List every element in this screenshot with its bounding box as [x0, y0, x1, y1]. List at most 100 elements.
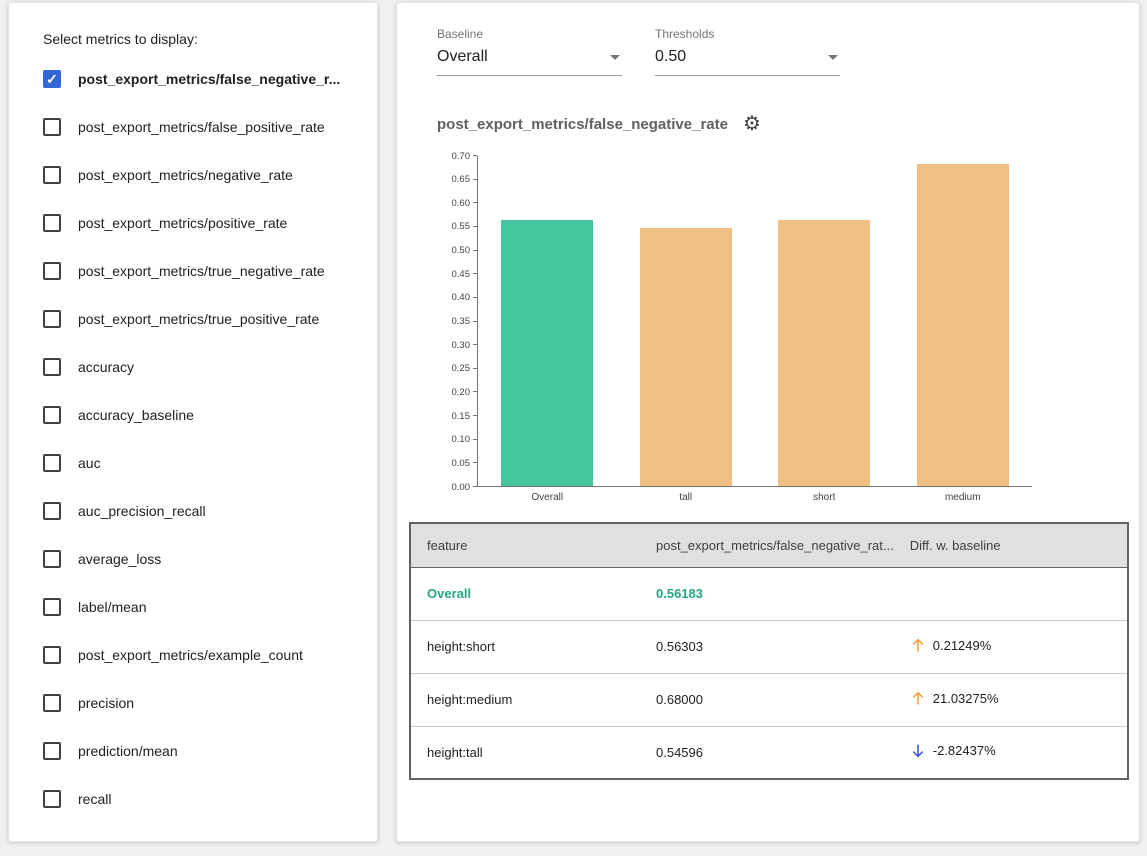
bar-medium[interactable]	[917, 164, 1009, 486]
table-body: Overall0.56183height:short0.56303 0.21249…	[410, 567, 1128, 779]
metric-checkbox[interactable]	[43, 646, 61, 664]
metric-label: precision	[78, 695, 134, 711]
down-arrow-icon	[910, 743, 926, 759]
chart-title: post_export_metrics/false_negative_rate	[437, 116, 728, 133]
metric-item-auc-precision-recall[interactable]: auc_precision_recall	[43, 487, 363, 535]
cell-feature: height:tall	[410, 726, 640, 779]
metric-label: post_export_metrics/true_negative_rate	[78, 263, 325, 279]
table-header-metric: post_export_metrics/false_negative_rat..…	[640, 523, 894, 567]
y-axis-tick-label: 0.25	[437, 364, 470, 374]
metric-checkbox[interactable]: ✓	[43, 70, 61, 88]
metric-checkbox[interactable]	[43, 358, 61, 376]
cell-metric-value: 0.56183	[640, 567, 894, 620]
metric-checkbox[interactable]	[43, 118, 61, 136]
y-axis-tick-label: 0.35	[437, 317, 470, 327]
baseline-label: Baseline	[437, 27, 622, 41]
x-axis-label: short	[755, 492, 894, 503]
y-axis-tick-label: 0.70	[437, 151, 470, 161]
cell-diff: 21.03275%	[894, 673, 1128, 726]
gear-icon[interactable]: ⚙	[743, 114, 761, 134]
diff-value: 21.03275%	[933, 691, 999, 706]
up-arrow-icon	[910, 637, 926, 653]
thresholds-select[interactable]: Thresholds 0.50	[655, 27, 840, 76]
metric-checkbox[interactable]	[43, 454, 61, 472]
cell-diff: 0.21249%	[894, 620, 1128, 673]
metric-select-title: Select metrics to display:	[43, 31, 363, 47]
cell-feature: height:short	[410, 620, 640, 673]
metric-item-label-mean[interactable]: label/mean	[43, 583, 363, 631]
metric-checkbox[interactable]	[43, 310, 61, 328]
table-head: feature post_export_metrics/false_negati…	[410, 523, 1128, 567]
metric-item-post-export-metrics-example-count[interactable]: post_export_metrics/example_count	[43, 631, 363, 679]
metrics-table: feature post_export_metrics/false_negati…	[409, 522, 1129, 780]
metric-checkbox[interactable]	[43, 406, 61, 424]
metric-label: label/mean	[78, 599, 147, 615]
bar-slot-tall: tall	[617, 156, 756, 486]
metric-label: average_loss	[78, 551, 161, 567]
x-axis-label: medium	[894, 492, 1033, 503]
metric-checkbox[interactable]	[43, 262, 61, 280]
bar-tall[interactable]	[640, 228, 732, 486]
metric-label: post_export_metrics/example_count	[78, 647, 303, 663]
bar-slot-overall: Overall	[478, 156, 617, 486]
baseline-select-value[interactable]: Overall	[437, 48, 622, 76]
metric-checkbox[interactable]	[43, 790, 61, 808]
controls-bar: Baseline Overall Thresholds 0.50	[397, 3, 1139, 76]
metric-label: recall	[78, 791, 111, 807]
metric-item-auc[interactable]: auc	[43, 439, 363, 487]
metric-item-post-export-metrics-false-positive-rate[interactable]: post_export_metrics/false_positive_rate	[43, 103, 363, 151]
x-axis-label: tall	[617, 492, 756, 503]
table-row-overall: Overall0.56183	[410, 567, 1128, 620]
metric-checkbox[interactable]	[43, 214, 61, 232]
metric-checkbox[interactable]	[43, 502, 61, 520]
metric-item-precision[interactable]: precision	[43, 679, 363, 727]
baseline-selected-option: Overall	[437, 48, 488, 66]
metric-item-post-export-metrics-negative-rate[interactable]: post_export_metrics/negative_rate	[43, 151, 363, 199]
y-axis-tick-label: 0.50	[437, 246, 470, 256]
metric-label: auc	[78, 455, 101, 471]
cell-metric-value: 0.68000	[640, 673, 894, 726]
metric-checkbox[interactable]	[43, 598, 61, 616]
metric-item-post-export-metrics-false-negative-r[interactable]: ✓post_export_metrics/false_negative_r...	[43, 55, 363, 103]
thresholds-select-value[interactable]: 0.50	[655, 48, 840, 76]
cell-feature: Overall	[410, 567, 640, 620]
results-panel: Baseline Overall Thresholds 0.50 post_ex…	[396, 2, 1140, 842]
table-row-height-tall: height:tall0.54596-2.82437%	[410, 726, 1128, 779]
metric-select-panel: Select metrics to display: ✓post_export_…	[8, 2, 378, 842]
metric-item-post-export-metrics-positive-rate[interactable]: post_export_metrics/positive_rate	[43, 199, 363, 247]
metric-item-accuracy-baseline[interactable]: accuracy_baseline	[43, 391, 363, 439]
metric-item-post-export-metrics-true-negative-rate[interactable]: post_export_metrics/true_negative_rate	[43, 247, 363, 295]
metric-checkbox[interactable]	[43, 742, 61, 760]
metric-checkbox[interactable]	[43, 166, 61, 184]
y-axis-tick-label: 0.65	[437, 175, 470, 185]
bar-slot-medium: medium	[894, 156, 1033, 486]
bar-short[interactable]	[778, 220, 870, 486]
bar-overall[interactable]	[501, 220, 593, 486]
metric-label: accuracy_baseline	[78, 407, 194, 423]
metric-checkbox[interactable]	[43, 550, 61, 568]
y-axis-tick-label: 0.20	[437, 388, 470, 398]
y-axis-tick-label: 0.40	[437, 293, 470, 303]
metric-item-recall[interactable]: recall	[43, 775, 363, 823]
metric-item-average-loss[interactable]: average_loss	[43, 535, 363, 583]
thresholds-selected-option: 0.50	[655, 48, 686, 66]
metric-item-prediction-mean[interactable]: prediction/mean	[43, 727, 363, 775]
x-axis-label: Overall	[478, 492, 617, 503]
y-axis-tick-label: 0.10	[437, 435, 470, 445]
y-axis-tick-label: 0.05	[437, 459, 470, 469]
metric-checkbox[interactable]	[43, 694, 61, 712]
diff-value: 0.21249%	[933, 638, 992, 653]
metric-label: post_export_metrics/positive_rate	[78, 215, 287, 231]
table-header-feature: feature	[410, 523, 640, 567]
metric-label: auc_precision_recall	[78, 503, 206, 519]
baseline-select[interactable]: Baseline Overall	[437, 27, 622, 76]
metric-item-post-export-metrics-true-positive-rate[interactable]: post_export_metrics/true_positive_rate	[43, 295, 363, 343]
cell-metric-value: 0.54596	[640, 726, 894, 779]
cell-metric-value: 0.56303	[640, 620, 894, 673]
bar-chart: 0.000.050.100.150.200.250.300.350.400.45…	[437, 156, 1037, 508]
y-axis-tick-label: 0.00	[437, 482, 470, 492]
y-axis-tick-label: 0.15	[437, 411, 470, 421]
metric-item-accuracy[interactable]: accuracy	[43, 343, 363, 391]
up-arrow-icon	[910, 690, 926, 706]
metric-label: post_export_metrics/true_positive_rate	[78, 311, 319, 327]
